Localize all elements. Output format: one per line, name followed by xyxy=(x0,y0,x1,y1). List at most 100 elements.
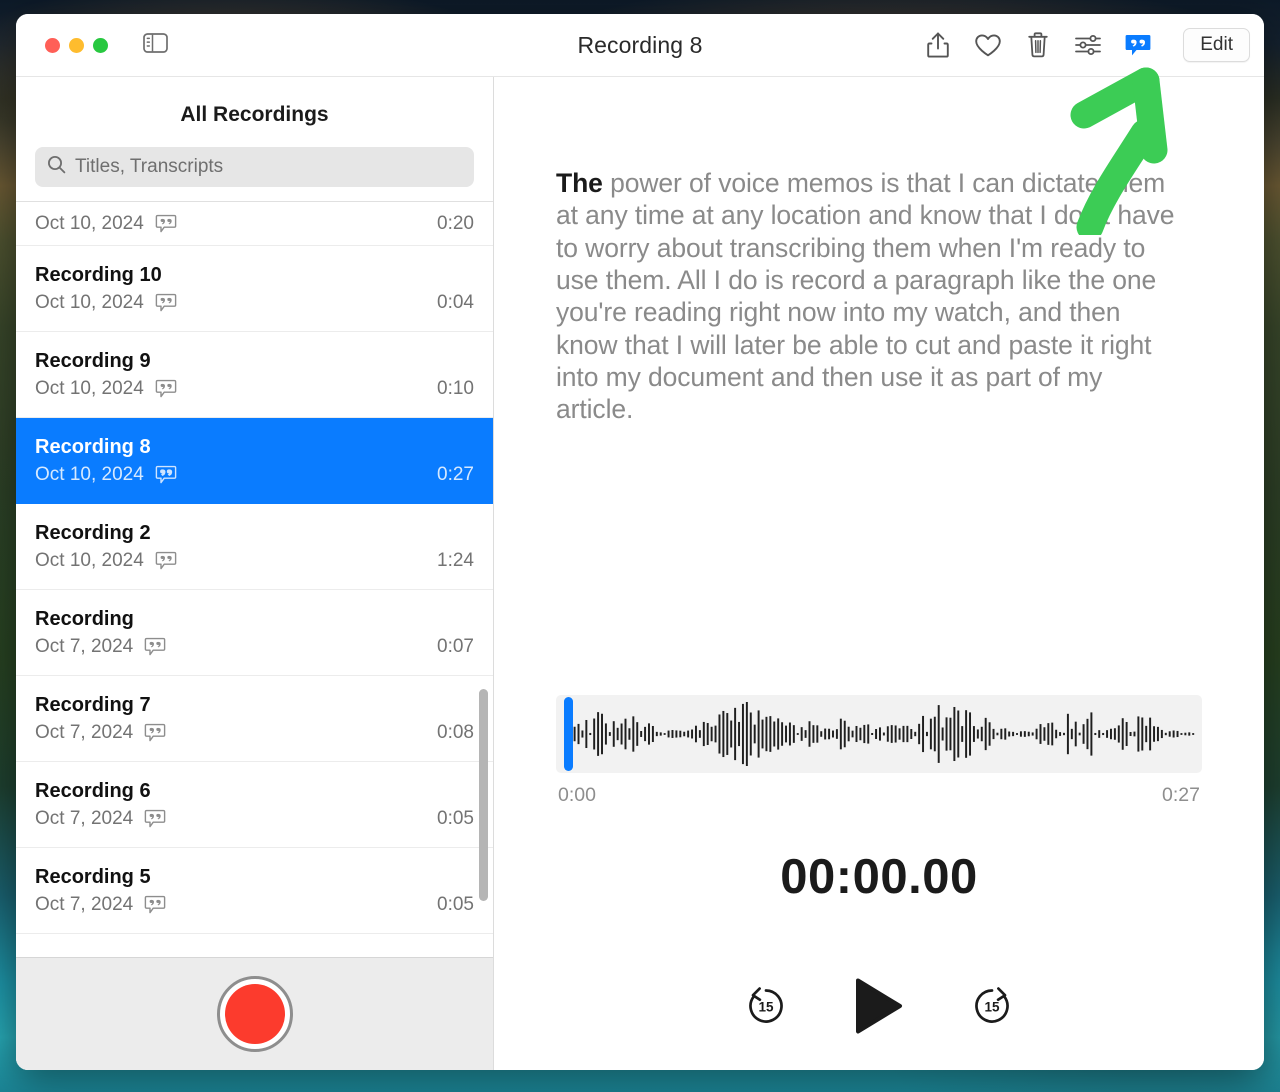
recording-meta: Oct 7, 2024 0:05 xyxy=(35,808,474,830)
skip-forward-15-icon: 15 xyxy=(971,985,1013,1032)
playback-controls: 15 15 xyxy=(556,977,1202,1040)
recording-list-item[interactable]: Oct 10, 2024 0:20 xyxy=(16,202,493,246)
recording-duration: 0:05 xyxy=(437,893,474,915)
recording-date: Oct 7, 2024 xyxy=(35,807,134,829)
recording-list-item[interactable]: Recording 7 Oct 7, 2024 0:08 xyxy=(16,676,493,762)
elapsed-time-display: 00:00.00 xyxy=(780,850,978,904)
voice-memos-window: Recording 8 Edit All Recordings Titles, … xyxy=(16,14,1264,1070)
recording-meta: Oct 7, 2024 0:08 xyxy=(35,722,474,744)
record-icon xyxy=(224,984,285,1044)
end-time-label: 0:27 xyxy=(1162,784,1200,806)
sliders-icon xyxy=(1074,34,1102,56)
traffic-lights xyxy=(45,37,108,53)
sidebar-footer xyxy=(16,957,493,1070)
heart-icon xyxy=(974,33,1002,58)
recording-duration: 0:27 xyxy=(437,463,474,485)
waveform-graphic xyxy=(565,702,1195,766)
transcript-icon xyxy=(1124,32,1152,58)
transcript-text: The power of voice memos is that I can d… xyxy=(556,167,1176,426)
transcript-badge-icon xyxy=(155,379,177,399)
delete-button[interactable] xyxy=(1023,30,1053,60)
recordings-list[interactable]: Oct 10, 2024 0:20 Recording 10 Oct 10, 2024… xyxy=(16,201,493,957)
edit-button[interactable]: Edit xyxy=(1183,28,1250,62)
recording-list-item[interactable]: Recording Oct 7, 2024 0:07 xyxy=(16,590,493,676)
recording-meta: Oct 10, 2024 0:20 xyxy=(35,213,474,235)
sidebar-toggle-icon xyxy=(142,32,168,58)
transcript-current-word: The xyxy=(556,168,603,198)
play-icon xyxy=(853,977,905,1040)
search-icon xyxy=(47,155,66,179)
recording-title: Recording 8 xyxy=(35,435,151,458)
skip-forward-15-button[interactable]: 15 xyxy=(971,985,1013,1032)
record-button[interactable] xyxy=(216,976,293,1052)
minimize-button[interactable] xyxy=(69,37,84,53)
recording-detail-pane: The power of voice memos is that I can d… xyxy=(494,77,1264,1070)
recording-duration: 0:07 xyxy=(437,635,474,657)
recording-meta: Oct 7, 2024 0:07 xyxy=(35,636,474,658)
playhead-handle[interactable] xyxy=(564,697,573,771)
toolbar-actions: Edit xyxy=(923,28,1250,62)
transcript-badge-icon xyxy=(155,214,177,234)
transcript-badge-icon xyxy=(144,895,166,915)
recording-date: Oct 7, 2024 xyxy=(35,721,134,743)
transcript-badge-icon xyxy=(144,809,166,829)
recording-list-item[interactable]: Recording 6 Oct 7, 2024 0:05 xyxy=(16,762,493,848)
recording-date: Oct 10, 2024 xyxy=(35,377,144,399)
trash-icon xyxy=(1026,31,1050,59)
recording-meta: Oct 10, 2024 0:27 xyxy=(35,464,474,486)
recording-title: Recording 7 xyxy=(35,693,151,716)
recording-list-item[interactable]: Recording 5 Oct 7, 2024 0:05 xyxy=(16,848,493,934)
desktop-wallpaper: Recording 8 Edit All Recordings Titles, … xyxy=(0,0,1280,1092)
transcript-badge-icon xyxy=(144,637,166,657)
recording-duration: 0:05 xyxy=(437,807,474,829)
recording-meta: Oct 10, 2024 0:04 xyxy=(35,292,474,314)
recording-title: Recording 2 xyxy=(35,521,151,544)
search-container xyxy=(16,147,493,201)
search-input[interactable] xyxy=(75,156,462,178)
start-time-label: 0:00 xyxy=(558,784,596,806)
enhance-settings-button[interactable] xyxy=(1073,30,1103,60)
transcript-badge-icon xyxy=(155,551,177,571)
list-scrollbar[interactable] xyxy=(479,689,488,901)
recording-date: Oct 10, 2024 xyxy=(35,291,144,313)
window-titlebar: Recording 8 Edit xyxy=(16,14,1264,76)
recording-date: Oct 10, 2024 xyxy=(35,549,144,571)
recording-duration: 0:10 xyxy=(437,377,474,399)
recording-title: Recording 5 xyxy=(35,865,151,888)
close-button[interactable] xyxy=(45,37,60,53)
recording-list-item[interactable]: Recording 10 Oct 10, 2024 0:04 xyxy=(16,246,493,332)
share-button[interactable] xyxy=(923,30,953,60)
waveform[interactable] xyxy=(556,695,1202,773)
recording-date: Oct 10, 2024 xyxy=(35,463,144,485)
svg-text:15: 15 xyxy=(984,1000,1000,1015)
recording-date: Oct 7, 2024 xyxy=(35,635,134,657)
recording-title: Recording 9 xyxy=(35,349,151,372)
recording-list-item[interactable]: Recording 2 Oct 10, 2024 1:24 xyxy=(16,504,493,590)
play-button[interactable] xyxy=(853,977,905,1040)
window-body: All Recordings Oct 10, 20240:20Recor xyxy=(16,76,1264,1070)
recordings-sidebar: All Recordings Oct 10, 20240:20Recor xyxy=(16,77,494,1070)
audio-player: 0:00 0:27 00:00.00 15 15 xyxy=(556,695,1202,1070)
transcript-body: power of voice memos is that I can dicta… xyxy=(556,168,1175,425)
time-labels: 0:00 0:27 xyxy=(556,784,1202,807)
recording-meta: Oct 10, 2024 0:10 xyxy=(35,378,474,400)
search-box[interactable] xyxy=(35,147,474,187)
transcript-badge-icon xyxy=(144,723,166,743)
recording-list-item[interactable]: Recording 8 Oct 10, 2024 0:27 xyxy=(16,418,493,504)
svg-text:15: 15 xyxy=(758,1000,774,1015)
recording-title: Recording xyxy=(35,607,134,630)
share-icon xyxy=(926,31,950,59)
recording-title: Recording 6 xyxy=(35,779,151,802)
transcript-badge-icon xyxy=(155,465,177,485)
skip-back-15-button[interactable]: 15 xyxy=(745,985,787,1032)
recording-duration: 0:08 xyxy=(437,721,474,743)
recording-duration: 0:20 xyxy=(437,213,474,234)
transcript-button[interactable] xyxy=(1123,30,1153,60)
sidebar-toggle-button[interactable] xyxy=(141,31,169,59)
recording-meta: Oct 7, 2024 0:05 xyxy=(35,894,474,916)
recording-list-item[interactable]: Recording 9 Oct 10, 2024 0:10 xyxy=(16,332,493,418)
recording-date: Oct 10, 2024 xyxy=(35,213,144,234)
recording-title: Recording 10 xyxy=(35,263,162,286)
favorite-button[interactable] xyxy=(973,30,1003,60)
maximize-button[interactable] xyxy=(93,37,108,53)
